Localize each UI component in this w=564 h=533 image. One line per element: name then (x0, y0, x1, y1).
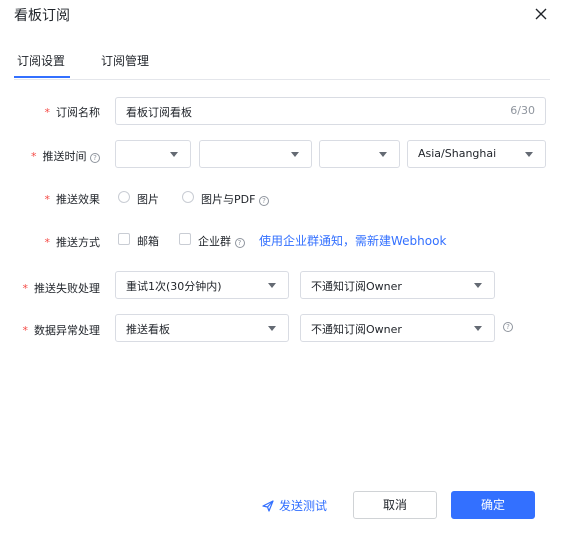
send-time-label: * 推送时间 ? (0, 148, 100, 164)
required-mark: * (44, 106, 51, 119)
close-button[interactable] (530, 3, 552, 25)
exception-notify-value: 不通知订阅Owner (311, 323, 402, 336)
chevron-down-icon (525, 152, 533, 157)
retry-select[interactable]: 重试1次(30分钟内) (115, 271, 289, 299)
required-mark: * (22, 282, 29, 295)
chevron-down-icon (170, 152, 178, 157)
help-icon[interactable]: ? (503, 322, 513, 332)
tab-bar: 订阅设置 订阅管理 (14, 50, 550, 80)
checkbox-group[interactable] (179, 233, 191, 245)
retry-value: 重试1次(30分钟内) (126, 280, 222, 293)
exception-label-text: 数据异常处理 (34, 324, 100, 337)
help-icon[interactable]: ? (258, 196, 269, 206)
exception-action-select[interactable]: 推送看板 (115, 314, 289, 342)
exception-action-value: 推送看板 (126, 323, 170, 336)
failure-notify-select[interactable]: 不通知订阅Owner (300, 271, 495, 299)
frequency-select[interactable] (115, 140, 191, 168)
send-test-label: 发送测试 (279, 499, 328, 513)
confirm-button[interactable]: 确定 (451, 491, 535, 519)
help-icon[interactable]: ? (234, 238, 245, 248)
checkbox-email[interactable] (118, 233, 130, 245)
send-time-label-text: 推送时间 (42, 150, 87, 163)
send-test-button[interactable]: 发送测试 (262, 497, 327, 514)
required-mark: * (22, 324, 29, 337)
method-label-text: 推送方式 (56, 236, 100, 249)
chevron-down-icon (291, 152, 299, 157)
cancel-button[interactable]: 取消 (353, 491, 437, 519)
chevron-down-icon (268, 326, 276, 331)
radio-image-pdf[interactable] (182, 191, 194, 203)
timezone-value: Asia/Shanghai (418, 147, 497, 160)
chevron-down-icon (379, 152, 387, 157)
hour-select[interactable] (319, 140, 400, 168)
radio-image-label: 图片 (137, 193, 159, 206)
required-mark: * (31, 150, 37, 163)
name-label: * 订阅名称 (0, 104, 101, 120)
failure-notify-value: 不通知订阅Owner (311, 280, 402, 293)
chevron-down-icon (474, 326, 482, 331)
radio-image-pdf-text: 图片与PDF (201, 193, 256, 206)
chevron-down-icon (474, 283, 482, 288)
close-icon (535, 8, 547, 20)
name-label-text: 订阅名称 (56, 106, 100, 119)
failure-label: * 推送失败处理 (0, 280, 101, 296)
char-count: 6/30 (510, 104, 535, 117)
tab-subscription-settings[interactable]: 订阅设置 (17, 52, 65, 69)
checkbox-group-text: 企业群 (198, 235, 231, 248)
send-icon (262, 500, 274, 512)
exception-notify-select[interactable]: 不通知订阅Owner (300, 314, 495, 342)
required-mark: * (44, 236, 51, 249)
radio-image[interactable] (118, 191, 130, 203)
tab-subscription-management[interactable]: 订阅管理 (101, 52, 149, 69)
dialog-title: 看板订阅 (14, 8, 70, 24)
day-select[interactable] (199, 140, 312, 168)
help-icon[interactable]: ? (90, 153, 100, 163)
failure-label-text: 推送失败处理 (34, 282, 100, 295)
effect-label-text: 推送效果 (56, 193, 100, 206)
webhook-link[interactable]: 使用企业群通知，需新建Webhook (259, 232, 446, 249)
active-tab-indicator (14, 76, 70, 78)
effect-label: * 推送效果 (0, 191, 101, 207)
subscription-name-input[interactable]: 看板订阅看板 6/30 (115, 97, 546, 125)
exception-label: * 数据异常处理 (0, 322, 101, 338)
chevron-down-icon (268, 283, 276, 288)
subscription-name-value: 看板订阅看板 (126, 106, 192, 119)
checkbox-email-label: 邮箱 (137, 235, 159, 248)
timezone-select[interactable]: Asia/Shanghai (407, 140, 546, 168)
checkbox-group-label: 企业群 ? (198, 233, 245, 249)
method-label: * 推送方式 (0, 234, 101, 250)
radio-image-pdf-label: 图片与PDF ? (201, 191, 269, 207)
required-mark: * (44, 193, 51, 206)
